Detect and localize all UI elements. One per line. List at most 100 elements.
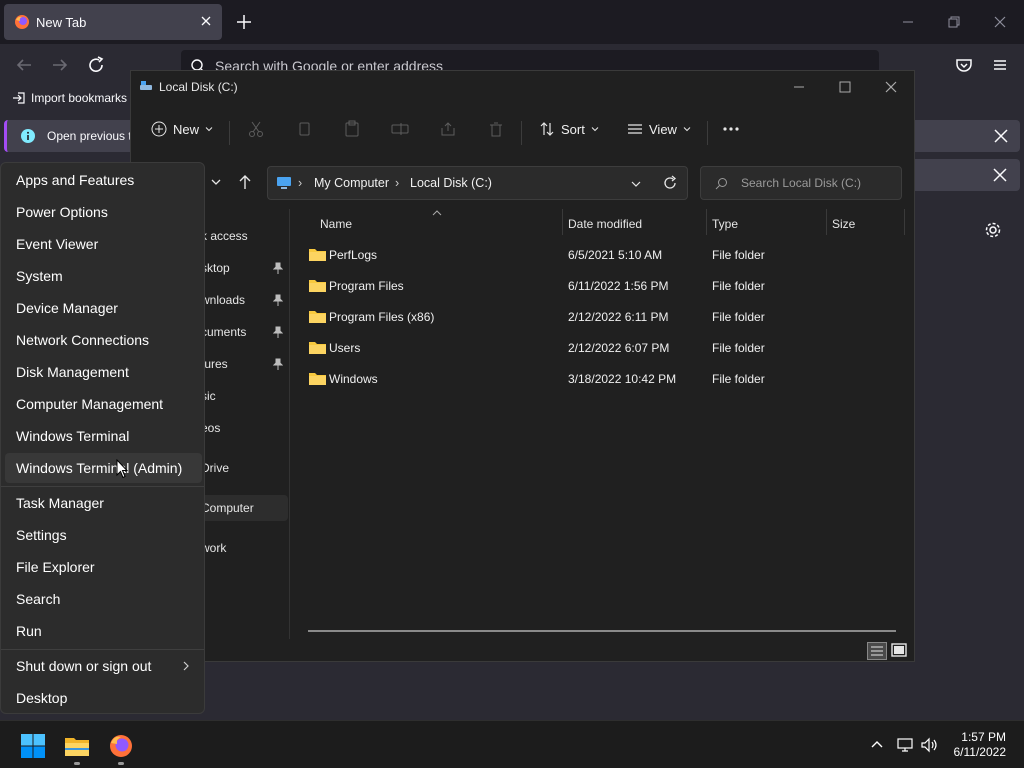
share-icon[interactable] (439, 117, 457, 141)
recent-locations-chevron-icon[interactable] (209, 175, 223, 189)
gear-icon[interactable] (983, 220, 1003, 240)
row-date: 6/5/2021 5:10 AM (568, 248, 663, 262)
breadcrumb-my-computer[interactable]: My Computer (314, 176, 389, 190)
menu-item-label: Computer Management (16, 396, 164, 412)
paste-icon[interactable] (343, 117, 361, 141)
mouse-cursor-icon (116, 459, 128, 479)
menu-item-label: Run (16, 623, 42, 639)
menu-item-disk-management[interactable]: Disk Management (5, 357, 202, 387)
close-notice-icon[interactable] (992, 167, 1008, 183)
horizontal-scrollbar[interactable] (308, 630, 896, 632)
import-bookmarks-button[interactable]: Import bookmarks (12, 91, 127, 105)
sort-button[interactable]: Sort (539, 117, 599, 141)
menu-item-network-connections[interactable]: Network Connections (5, 325, 202, 355)
tab-title: New Tab (36, 15, 87, 30)
column-divider[interactable] (826, 209, 827, 235)
explorer-command-bar: New Sort View (131, 107, 914, 151)
minimize-icon[interactable] (791, 79, 807, 95)
menu-item-apps-and-features[interactable]: Apps and Features (5, 165, 202, 195)
pocket-icon[interactable] (952, 53, 976, 77)
address-history-chevron-icon[interactable] (630, 178, 642, 190)
minimize-icon[interactable] (898, 12, 918, 32)
table-row[interactable]: PerfLogs 6/5/2021 5:10 AM File folder (301, 240, 904, 270)
column-header-type[interactable]: Type (712, 217, 738, 231)
new-button[interactable]: New (151, 117, 213, 141)
menu-item-label: Windows Terminal (Admin) (16, 460, 183, 476)
menu-hamburger-icon[interactable] (988, 53, 1012, 77)
pane-divider[interactable] (289, 209, 290, 639)
reload-icon[interactable] (84, 53, 108, 77)
address-breadcrumb-bar[interactable]: › My Computer › Local Disk (C:) (267, 166, 688, 200)
menu-item-task-manager[interactable]: Task Manager (5, 488, 202, 518)
windows-start-icon[interactable] (20, 733, 46, 759)
search-icon (715, 178, 727, 190)
details-view-icon[interactable] (867, 642, 887, 660)
menu-item-label: Search (16, 591, 61, 607)
copy-icon[interactable] (295, 117, 313, 141)
menu-item-desktop[interactable]: Desktop (5, 683, 202, 713)
chevron-down-icon (205, 127, 213, 132)
row-type: File folder (712, 310, 765, 324)
menu-item-event-viewer[interactable]: Event Viewer (5, 229, 202, 259)
new-label: New (173, 121, 200, 137)
column-divider[interactable] (706, 209, 707, 235)
column-header-name[interactable]: Name (320, 217, 352, 231)
more-options-icon[interactable] (721, 117, 741, 141)
tab-new-tab[interactable]: New Tab (4, 4, 222, 40)
menu-item-settings[interactable]: Settings (5, 520, 202, 550)
rename-icon[interactable] (391, 117, 409, 141)
menu-item-power-options[interactable]: Power Options (5, 197, 202, 227)
new-tab-plus-icon[interactable] (234, 12, 254, 32)
import-icon (13, 92, 25, 104)
menu-item-device-manager[interactable]: Device Manager (5, 293, 202, 323)
row-name: Windows (329, 372, 378, 386)
table-row[interactable]: Program Files (x86) 2/12/2022 6:11 PM Fi… (301, 302, 904, 332)
menu-item-run[interactable]: Run (5, 616, 202, 646)
menu-item-windows-terminal-admin[interactable]: Windows Terminal (Admin) (5, 453, 202, 483)
menu-item-search[interactable]: Search (5, 584, 202, 614)
system-clock[interactable]: 1:57 PM 6/11/2022 (954, 730, 1007, 760)
restore-icon[interactable] (944, 12, 964, 32)
menu-item-label: File Explorer (16, 559, 95, 575)
table-row[interactable]: Users 2/12/2022 6:07 PM File folder (301, 333, 904, 363)
up-arrow-icon[interactable] (237, 173, 253, 191)
column-divider[interactable] (904, 209, 905, 235)
row-type: File folder (712, 279, 765, 293)
menu-item-shut-down-or-sign-out[interactable]: Shut down or sign out (5, 651, 202, 681)
cut-icon[interactable] (247, 117, 265, 141)
delete-icon[interactable] (487, 117, 505, 141)
large-icons-view-icon[interactable] (889, 642, 909, 660)
table-row[interactable]: Program Files 6/11/2022 1:56 PM File fol… (301, 271, 904, 301)
menu-item-system[interactable]: System (5, 261, 202, 291)
search-input[interactable]: Search Local Disk (C:) (700, 166, 902, 200)
folder-icon (309, 280, 326, 292)
toolbar-divider (707, 121, 708, 145)
browser-close-icon[interactable] (990, 12, 1010, 32)
chevron-right-icon (183, 661, 189, 671)
column-divider[interactable] (562, 209, 563, 235)
nav-item-label: wnloads (201, 293, 246, 307)
close-window-icon[interactable] (883, 79, 899, 95)
menu-item-computer-management[interactable]: Computer Management (5, 389, 202, 419)
menu-item-label: Shut down or sign out (16, 658, 152, 674)
column-header-date-modified[interactable]: Date modified (568, 217, 642, 231)
close-tab-icon[interactable] (198, 13, 214, 29)
file-explorer-icon[interactable] (64, 733, 90, 759)
column-header-size[interactable]: Size (832, 217, 855, 231)
view-button[interactable]: View (627, 117, 691, 141)
breadcrumb-local-disk[interactable]: Local Disk (C:) (410, 176, 492, 190)
forward-arrow-icon[interactable] (48, 53, 72, 77)
close-notice-icon[interactable] (993, 128, 1009, 144)
back-arrow-icon[interactable] (12, 53, 36, 77)
maximize-icon[interactable] (837, 79, 853, 95)
chevron-up-icon[interactable] (870, 738, 884, 750)
network-icon[interactable] (896, 737, 914, 753)
table-row[interactable]: Windows 3/18/2022 10:42 PM File folder (301, 364, 904, 394)
menu-item-windows-terminal[interactable]: Windows Terminal (5, 421, 202, 451)
volume-icon[interactable] (920, 737, 938, 753)
folder-icon (309, 311, 326, 323)
menu-item-file-explorer[interactable]: File Explorer (5, 552, 202, 582)
firefox-icon[interactable] (108, 733, 134, 759)
refresh-icon[interactable] (662, 175, 678, 191)
row-name: Users (329, 341, 361, 355)
